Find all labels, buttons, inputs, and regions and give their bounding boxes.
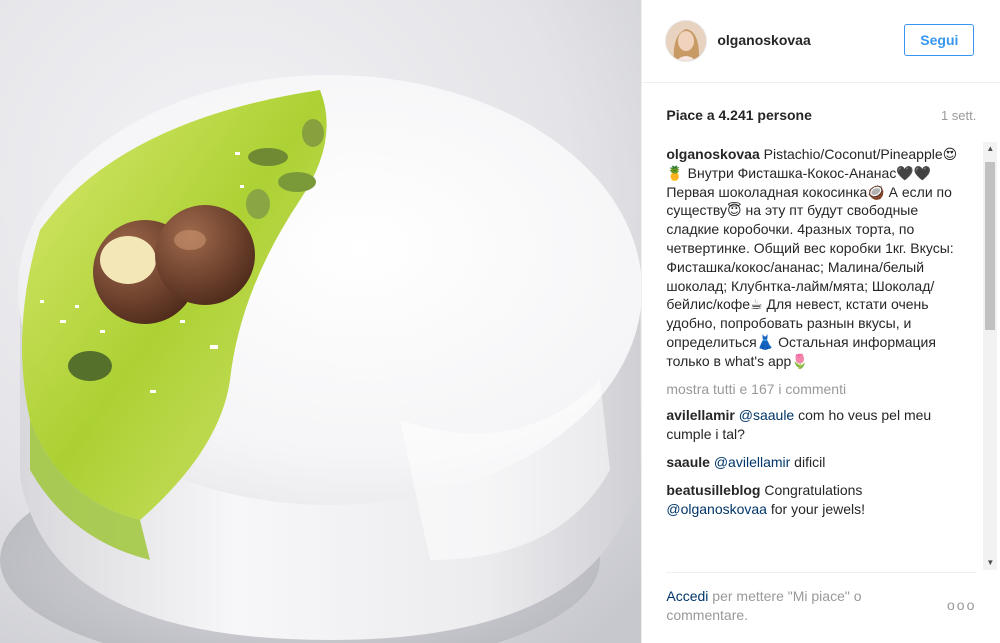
login-link[interactable]: Accedi [666,588,708,604]
comment-username[interactable]: avilellamir [666,407,735,423]
view-all-comments-link[interactable]: mostra tutti e 167 i commenti [666,380,964,399]
comment-mention[interactable]: @olganoskovaa [666,501,767,517]
post-details-panel: olganoskovaa Segui Piace a 4.241 persone… [641,0,1000,643]
login-prompt: Accedi per mettere "Mi piace" o commenta… [666,587,906,625]
caption-username[interactable]: olganoskovaa [666,146,759,162]
comments-list: olganoskovaa Pistachio/Coconut/Pineapple… [666,145,964,565]
follow-button[interactable]: Segui [904,24,975,56]
post-author-username[interactable]: olganoskovaa [717,32,810,48]
post-time[interactable]: 1 sett. [941,108,976,123]
comments-scrollbar[interactable]: ▲ ▼ [983,142,998,570]
more-options-icon[interactable]: ooo [947,597,976,613]
avatar[interactable] [666,21,707,61]
comment-text: Congratulations [760,481,863,498]
comment-mention[interactable]: @avilellamir [714,454,790,470]
scroll-down-arrow-icon[interactable]: ▼ [983,556,997,570]
comment-text: for your jewels! [766,500,866,517]
scroll-thumb[interactable] [985,162,996,330]
post-photo[interactable] [0,0,642,643]
caption: olganoskovaa Pistachio/Coconut/Pineapple… [666,145,964,371]
comment-item: beatusilleblog Congratulations @olganosk… [666,481,964,519]
post-dialog: olganoskovaa Segui Piace a 4.241 persone… [0,0,1000,643]
likes-row: Piace a 4.241 persone 1 sett. [666,105,976,125]
scroll-up-arrow-icon[interactable]: ▲ [983,142,997,156]
post-header: olganoskovaa Segui [642,0,1000,83]
comment-mention[interactable]: @saaule [739,407,794,423]
comment-username[interactable]: saaule [666,454,710,470]
comment-item: avilellamir @saaule com ho veus pel meu … [666,406,964,444]
likes-count[interactable]: Piace a 4.241 persone [666,107,812,123]
post-footer: Accedi per mettere "Mi piace" o commenta… [666,572,977,625]
caption-text: Pistachio/Coconut/Pineapple😍🍍 Внутри Фис… [666,146,958,369]
comment-text: dificil [790,453,826,470]
avatar-image [666,21,707,61]
comment-username[interactable]: beatusilleblog [666,482,760,498]
cake-illustration [0,0,642,643]
comment-item: saaule @avilellamir dificil [666,453,964,472]
